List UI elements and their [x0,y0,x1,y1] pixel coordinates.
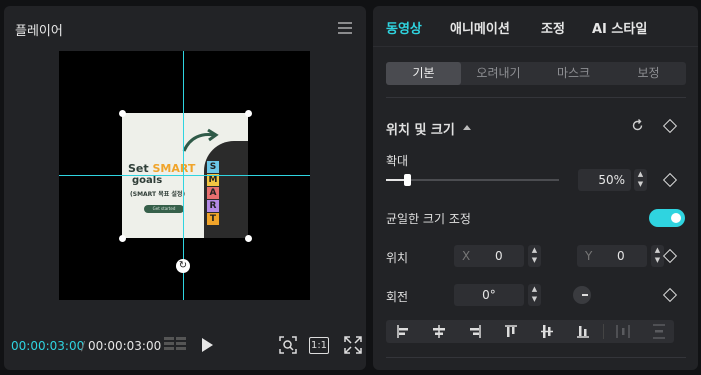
keyframe-position-icon[interactable] [662,248,678,264]
keyframe-scale-icon[interactable] [662,172,678,188]
aspect-ratio-button[interactable]: 1:1 [309,337,329,354]
rotate-handle-icon[interactable]: ↻ [176,259,190,273]
position-x-input[interactable]: X 0 [454,245,524,267]
toolbar-divider [603,324,604,339]
menu-icon[interactable] [338,22,352,37]
position-x-stepper[interactable]: ▲ ▼ [528,245,541,267]
keyframe-section-icon[interactable] [662,118,678,134]
x-value: 0 [495,249,503,263]
subtab-basic[interactable]: 기본 [386,62,461,85]
player-panel: 플레이어 Set SMART goals (SMART 목표 설정) Get s… [4,6,366,370]
preview-canvas[interactable]: Set SMART goals (SMART 목표 설정) Get starte… [59,51,310,300]
section-title: 위치 및 크기 [386,123,455,138]
smart-letter: T [207,213,219,225]
poster-title: Set SMART [128,162,196,175]
tab-divider [373,46,698,47]
tab-ai-style[interactable]: AI 스타일 [592,18,647,37]
rotation-dial[interactable] [573,286,591,304]
align-center-horizontal-icon[interactable] [422,320,456,343]
uniform-scale-label: 균일한 크기 조정 [386,212,471,226]
horizontal-guide [59,175,310,176]
y-value: 0 [617,249,625,263]
rotation-stepper[interactable]: ▲ ▼ [528,284,541,306]
poster-title-line2: goals [132,175,163,186]
y-axis-label: Y [585,249,593,263]
scale-label: 확대 [386,154,409,168]
subtab-cutout[interactable]: 오려내기 [461,62,536,85]
poster-button: Get started [144,205,184,213]
timecode-separator: / [81,339,86,353]
align-left-icon[interactable] [386,320,420,343]
play-button[interactable] [202,338,213,352]
resize-handle-top-left[interactable] [119,110,126,117]
section-divider [386,97,686,98]
smart-letter: S [207,161,219,173]
collapse-caret-icon[interactable] [463,125,471,130]
current-timecode: 00:00:03:00 [11,339,85,353]
tab-adjust[interactable]: 조정 [541,18,565,37]
total-timecode: 00:00:03:00 [88,339,162,353]
distribute-horizontal-icon [616,325,630,338]
player-title: 플레이어 [15,24,63,39]
alignment-toolbar [386,320,674,343]
scale-slider-handle[interactable] [403,174,411,186]
resize-handle-top-right[interactable] [245,110,252,117]
position-label: 위치 [386,251,409,265]
keyframe-rotation-icon[interactable] [662,287,678,303]
smart-letter: R [207,200,219,212]
resize-handle-bottom-left[interactable] [119,235,126,242]
uniform-scale-toggle[interactable] [649,209,685,227]
scale-value-input[interactable]: 50% [578,169,631,191]
position-y-input[interactable]: Y 0 [577,245,647,267]
distribute-vertical-icon [653,324,665,339]
scale-slider-track[interactable] [386,174,559,186]
smart-letter: A [207,187,219,199]
resize-handle-bottom-right[interactable] [245,235,252,242]
properties-panel: 동영상 애니메이션 조정 AI 스타일 기본 오려내기 마스크 보정 위치 및 … [373,6,698,370]
x-axis-label: X [462,249,471,263]
align-top-icon[interactable] [494,320,528,343]
bottom-divider [386,357,686,358]
align-bottom-icon[interactable] [566,320,600,343]
tab-video[interactable]: 동영상 [386,18,422,37]
rotation-input[interactable]: 0° [454,284,524,306]
timeline-grid-icon[interactable] [164,337,186,353]
reset-icon[interactable] [631,119,644,132]
align-center-vertical-icon[interactable] [530,320,564,343]
zoom-fit-icon[interactable] [279,336,297,354]
rotation-label: 회전 [386,290,409,304]
smart-letters: S M A R T [207,161,219,226]
tab-animation[interactable]: 애니메이션 [450,18,510,37]
subtab-mask[interactable]: 마스크 [536,62,611,85]
poster-subtitle: (SMART 목표 설정) [130,191,186,198]
fullscreen-icon[interactable] [344,336,362,354]
subtab-correction[interactable]: 보정 [611,62,686,85]
scale-stepper[interactable]: ▲ ▼ [634,169,647,191]
arrow-doodle-icon [182,128,219,152]
subtab-bar: 기본 오려내기 마스크 보정 [386,62,686,85]
align-right-icon[interactable] [458,320,492,343]
